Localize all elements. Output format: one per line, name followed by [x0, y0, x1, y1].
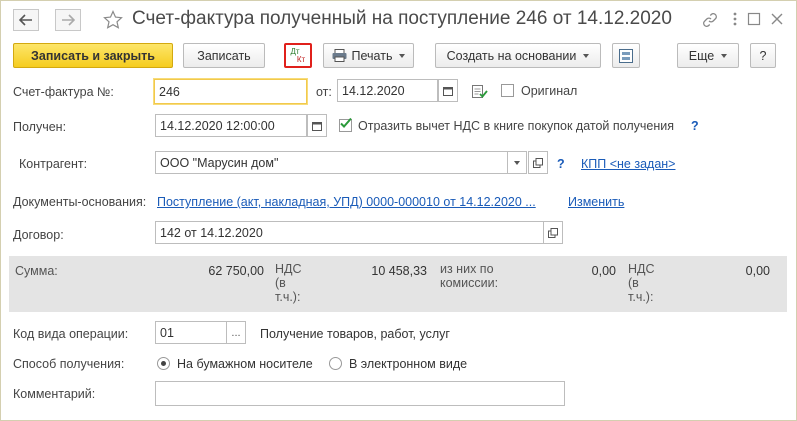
structure-button[interactable] — [612, 43, 640, 68]
change-documents-link[interactable]: Изменить — [568, 195, 624, 209]
document-structure-icon — [619, 48, 633, 63]
arrow-right-icon — [62, 14, 75, 26]
print-label: Печать — [351, 48, 393, 63]
commission-value: 0,00 — [591, 264, 616, 278]
favorite-star-icon[interactable] — [103, 10, 123, 33]
calendar-icon[interactable] — [307, 114, 327, 137]
vat2-label-line3: т.ч.): — [628, 290, 654, 304]
page-title: Счет-фактура полученный на поступление 2… — [132, 8, 672, 29]
base-documents-label: Документы-основания: — [13, 195, 147, 209]
vat2-label-line1: НДС — [628, 262, 655, 276]
vat-deduction-checkbox[interactable] — [339, 117, 352, 132]
check-icon — [340, 117, 352, 128]
operation-code-input[interactable]: 01 — [155, 321, 227, 344]
original-label: Оригинал — [521, 84, 578, 98]
contract-open-button[interactable] — [543, 221, 563, 244]
invoice-number-label: Счет-фактура №: — [13, 85, 114, 99]
save-button[interactable]: Записать — [183, 43, 265, 68]
commission-label-line2: комиссии: — [440, 276, 499, 290]
counterparty-input[interactable]: ООО "Марусин дом" — [155, 151, 508, 174]
back-button[interactable] — [13, 9, 39, 31]
comment-input[interactable] — [155, 381, 565, 406]
counterparty-help-icon[interactable]: ? — [557, 157, 565, 171]
vat-label-line1: НДС — [275, 262, 302, 276]
vat-included-label: НДС (в т.ч.): — [275, 262, 302, 304]
paper-radio[interactable] — [157, 357, 170, 370]
vat-label-line3: т.ч.): — [275, 290, 301, 304]
chevron-down-icon — [399, 53, 406, 58]
chevron-down-icon — [514, 160, 520, 165]
maximize-icon[interactable] — [747, 12, 761, 29]
save-and-close-button[interactable]: Записать и закрыть — [13, 43, 173, 68]
counterparty-label: Контрагент: — [19, 157, 88, 171]
vat-label-line2: (в — [275, 276, 286, 290]
electronic-radio[interactable] — [329, 357, 342, 370]
vat-value: 10 458,33 — [371, 264, 427, 278]
commission-vat-label: НДС (в т.ч.): — [628, 262, 655, 304]
invoice-number-input[interactable]: 246 — [154, 79, 307, 104]
help-button[interactable]: ? — [750, 43, 776, 68]
chevron-down-icon — [721, 53, 728, 58]
link-icon[interactable] — [702, 12, 718, 31]
counterparty-dropdown-button[interactable] — [507, 151, 527, 174]
contract-input[interactable]: 142 от 14.12.2020 — [155, 221, 544, 244]
original-checkbox[interactable] — [501, 84, 514, 97]
vat-help-icon[interactable]: ? — [691, 119, 699, 133]
counterparty-open-button[interactable] — [528, 151, 548, 174]
document-status-icon[interactable] — [472, 85, 488, 102]
create-based-on-button[interactable]: Создать на основании — [435, 43, 601, 68]
chevron-down-icon — [583, 53, 590, 58]
more-vertical-icon[interactable] — [732, 11, 738, 30]
arrow-left-icon — [19, 14, 32, 26]
invoice-date-input[interactable]: 14.12.2020 — [337, 79, 438, 102]
date-from-label: от: — [316, 85, 332, 99]
comment-label: Комментарий: — [13, 387, 96, 401]
electronic-radio-label: В электронном виде — [349, 357, 468, 371]
create-based-on-label: Создать на основании — [446, 48, 577, 63]
operation-code-select-button[interactable]: ... — [226, 321, 246, 344]
kpp-link[interactable]: КПП <не задан> — [581, 157, 675, 171]
contract-label: Договор: — [13, 228, 64, 242]
close-icon[interactable] — [770, 12, 784, 29]
base-document-link[interactable]: Поступление (акт, накладная, УПД) 0000-0… — [157, 195, 536, 209]
forward-button[interactable] — [55, 9, 81, 31]
commission-label: из них по комиссии: — [440, 262, 498, 290]
vat-deduction-label: Отразить вычет НДС в книге покупок датой… — [358, 119, 674, 133]
commission-label-line1: из них по — [440, 262, 494, 276]
more-label: Еще — [688, 48, 715, 63]
kt-label: Кт — [296, 54, 306, 64]
calendar-icon[interactable] — [438, 79, 458, 102]
open-form-icon — [533, 157, 543, 168]
receipt-method-label: Способ получения: — [13, 357, 125, 371]
operation-code-label: Код вида операции: — [13, 327, 129, 341]
sum-value: 62 750,00 — [208, 264, 264, 278]
dt-kt-button[interactable]: Дт Кт — [284, 43, 312, 68]
print-button[interactable]: Печать — [323, 43, 414, 68]
open-form-icon — [548, 227, 558, 238]
received-label: Получен: — [13, 120, 67, 134]
received-datetime-input[interactable]: 14.12.2020 12:00:00 — [155, 114, 307, 137]
sum-label: Сумма: — [15, 264, 58, 278]
paper-radio-label: На бумажном носителе — [177, 357, 313, 371]
commission-vat-value: 0,00 — [745, 264, 770, 278]
more-button[interactable]: Еще — [677, 43, 739, 68]
operation-code-description: Получение товаров, работ, услуг — [260, 327, 450, 341]
vat2-label-line2: (в — [628, 276, 639, 290]
printer-icon — [332, 49, 347, 62]
